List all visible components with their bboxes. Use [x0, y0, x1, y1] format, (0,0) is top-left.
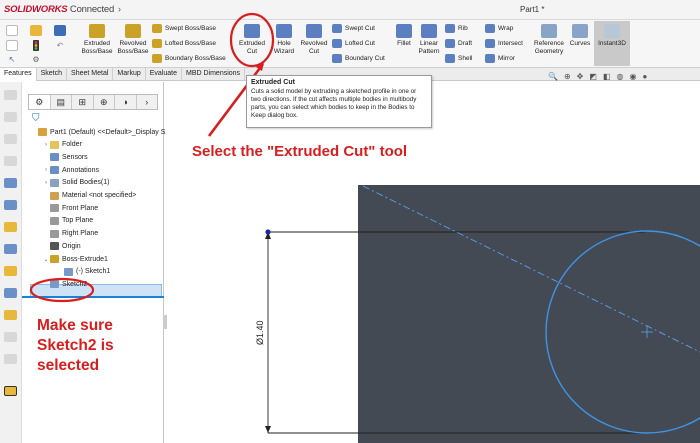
- tooltip-title: Extruded Cut: [251, 79, 295, 86]
- instruction-line: selected: [37, 357, 100, 374]
- annotation-overlay: [29, 12, 275, 303]
- highlight-circle-extruded-cut: [229, 12, 275, 68]
- instruction-make-sure: Make sure Sketch2 is selected: [37, 316, 114, 376]
- highlight-circle-sketch2: [29, 277, 95, 303]
- tooltip-body: Cuts a solid model by extruding a sketch…: [251, 88, 417, 119]
- instruction-line: Make sure: [37, 317, 113, 334]
- extruded-cut-tooltip: Extruded Cut Cuts a solid model by extru…: [246, 75, 432, 128]
- instruction-select-tool: Select the "Extruded Cut" tool: [192, 143, 408, 160]
- instruction-line: Sketch2 is: [37, 337, 114, 354]
